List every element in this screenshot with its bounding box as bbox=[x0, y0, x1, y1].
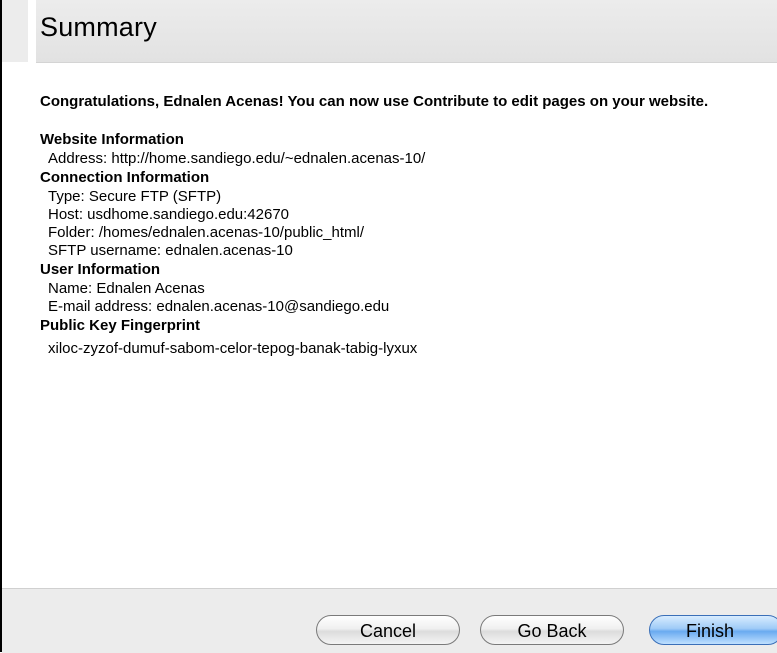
page-title: Summary bbox=[40, 12, 157, 42]
section-heading: Public Key Fingerprint bbox=[40, 317, 201, 334]
congratulations-message: Congratulations, Ednalen Acenas! You can… bbox=[40, 93, 709, 110]
fingerprint-value: xiloc-zyzof-dumuf-sabom-celor-tepog-bana… bbox=[48, 340, 418, 357]
window-left-border bbox=[0, 0, 2, 652]
header-left-strip bbox=[2, 0, 28, 62]
summary-content: Congratulations, Ednalen Acenas! You can… bbox=[40, 92, 750, 358]
finish-button[interactable]: Finish bbox=[649, 615, 777, 645]
go-back-button[interactable]: Go Back bbox=[480, 615, 624, 645]
header: Summary bbox=[2, 0, 777, 63]
header-band: Summary bbox=[36, 0, 777, 63]
connection-information-section: Connection Information Type: Secure FTP … bbox=[40, 168, 750, 260]
user-email: E-mail address: ednalen.acenas-10@sandie… bbox=[48, 298, 390, 315]
connection-type: Type: Secure FTP (SFTP) bbox=[48, 188, 222, 205]
cancel-button[interactable]: Cancel bbox=[316, 615, 460, 645]
connection-folder: Folder: /homes/ednalen.acenas-10/public_… bbox=[48, 224, 365, 241]
user-information-section: User Information Name: Ednalen Acenas E-… bbox=[40, 260, 750, 316]
footer-button-bar: Cancel Go Back Finish bbox=[2, 588, 777, 653]
connection-host: Host: usdhome.sandiego.edu:42670 bbox=[48, 206, 290, 223]
sftp-username: SFTP username: ednalen.acenas-10 bbox=[48, 242, 293, 259]
public-key-fingerprint-section: Public Key Fingerprint xiloc-zyzof-dumuf… bbox=[40, 316, 750, 358]
section-heading: Connection Information bbox=[40, 169, 210, 186]
website-address: Address: http://home.sandiego.edu/~ednal… bbox=[48, 150, 426, 167]
user-name: Name: Ednalen Acenas bbox=[48, 280, 205, 297]
section-heading: User Information bbox=[40, 261, 161, 278]
website-information-section: Website Information Address: http://home… bbox=[40, 130, 750, 168]
section-heading: Website Information bbox=[40, 131, 184, 148]
